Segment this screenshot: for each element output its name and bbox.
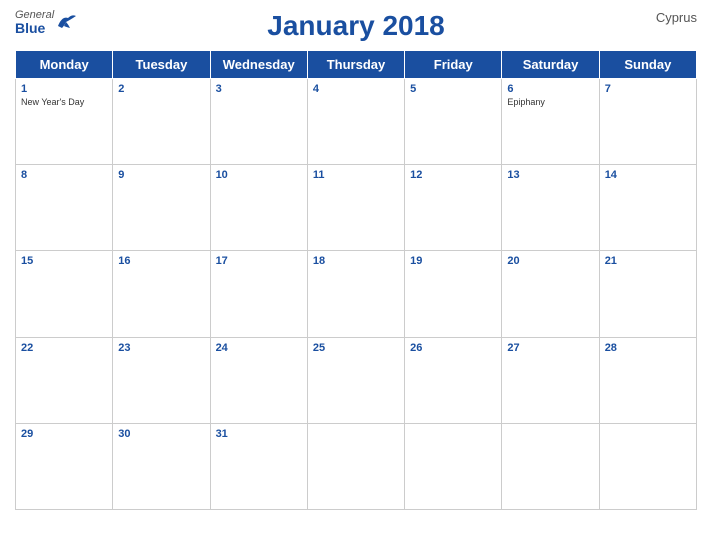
day-number: 14 (605, 169, 691, 181)
day-number: 21 (605, 255, 691, 267)
calendar-cell: 13 (502, 165, 599, 251)
calendar-cell (405, 423, 502, 509)
holiday-text: New Year's Day (21, 97, 107, 107)
logo-blue: Blue (15, 21, 45, 35)
day-number: 3 (216, 83, 302, 95)
calendar-cell: 18 (307, 251, 404, 337)
day-number: 13 (507, 169, 593, 181)
weekday-header-row: MondayTuesdayWednesdayThursdayFridaySatu… (16, 51, 697, 79)
day-number: 4 (313, 83, 399, 95)
calendar-week-row: 1 New Year's Day 23456 Epiphany 7 (16, 79, 697, 165)
logo: General Blue (15, 10, 78, 35)
calendar-cell: 3 (210, 79, 307, 165)
day-number: 23 (118, 342, 204, 354)
calendar-cell: 5 (405, 79, 502, 165)
day-number: 11 (313, 169, 399, 181)
weekday-header-sunday: Sunday (599, 51, 696, 79)
calendar-title: January 2018 (267, 10, 444, 42)
day-number: 7 (605, 83, 691, 95)
weekday-header-monday: Monday (16, 51, 113, 79)
day-number: 12 (410, 169, 496, 181)
calendar-cell: 21 (599, 251, 696, 337)
day-number: 10 (216, 169, 302, 181)
day-number: 30 (118, 428, 204, 440)
day-number: 18 (313, 255, 399, 267)
calendar-cell: 8 (16, 165, 113, 251)
calendar-header: General Blue January 2018 Cyprus (15, 10, 697, 42)
day-number: 1 (21, 83, 107, 95)
weekday-header-tuesday: Tuesday (113, 51, 210, 79)
logo-bird-icon (56, 12, 78, 30)
day-number: 15 (21, 255, 107, 267)
calendar-cell: 30 (113, 423, 210, 509)
day-number: 29 (21, 428, 107, 440)
weekday-header-friday: Friday (405, 51, 502, 79)
day-number: 5 (410, 83, 496, 95)
calendar-cell: 10 (210, 165, 307, 251)
calendar-cell (502, 423, 599, 509)
calendar-cell: 1 New Year's Day (16, 79, 113, 165)
calendar-cell: 17 (210, 251, 307, 337)
calendar-cell: 27 (502, 337, 599, 423)
calendar-week-row: 89 10 11 12 13 14 (16, 165, 697, 251)
calendar-container: General Blue January 2018 Cyprus MondayT… (0, 0, 712, 550)
calendar-cell: 9 (113, 165, 210, 251)
holiday-text: Epiphany (507, 97, 593, 107)
calendar-cell: 22 (16, 337, 113, 423)
day-number: 17 (216, 255, 302, 267)
weekday-header-saturday: Saturday (502, 51, 599, 79)
calendar-cell: 28 (599, 337, 696, 423)
day-number: 26 (410, 342, 496, 354)
day-number: 24 (216, 342, 302, 354)
day-number: 22 (21, 342, 107, 354)
calendar-cell: 2 (113, 79, 210, 165)
calendar-cell: 16 (113, 251, 210, 337)
calendar-week-row: 15 16 17 18 19 20 21 (16, 251, 697, 337)
day-number: 9 (118, 169, 204, 181)
calendar-cell: 11 (307, 165, 404, 251)
calendar-table: MondayTuesdayWednesdayThursdayFridaySatu… (15, 50, 697, 510)
day-number: 19 (410, 255, 496, 267)
calendar-week-row: 22 23 24 25 26 27 28 (16, 337, 697, 423)
day-number: 2 (118, 83, 204, 95)
calendar-cell: 4 (307, 79, 404, 165)
day-number: 20 (507, 255, 593, 267)
day-number: 27 (507, 342, 593, 354)
day-number: 16 (118, 255, 204, 267)
calendar-cell: 6 Epiphany (502, 79, 599, 165)
calendar-cell (599, 423, 696, 509)
calendar-cell: 20 (502, 251, 599, 337)
calendar-cell: 15 (16, 251, 113, 337)
day-number: 28 (605, 342, 691, 354)
calendar-week-row: 29 30 31 (16, 423, 697, 509)
calendar-cell: 12 (405, 165, 502, 251)
weekday-header-thursday: Thursday (307, 51, 404, 79)
calendar-cell: 19 (405, 251, 502, 337)
weekday-header-wednesday: Wednesday (210, 51, 307, 79)
day-number: 31 (216, 428, 302, 440)
calendar-cell: 14 (599, 165, 696, 251)
calendar-cell: 25 (307, 337, 404, 423)
calendar-cell (307, 423, 404, 509)
calendar-cell: 26 (405, 337, 502, 423)
calendar-cell: 29 (16, 423, 113, 509)
country-name: Cyprus (656, 10, 697, 25)
calendar-cell: 31 (210, 423, 307, 509)
day-number: 8 (21, 169, 107, 181)
calendar-cell: 7 (599, 79, 696, 165)
calendar-cell: 23 (113, 337, 210, 423)
day-number: 6 (507, 83, 593, 95)
calendar-cell: 24 (210, 337, 307, 423)
day-number: 25 (313, 342, 399, 354)
